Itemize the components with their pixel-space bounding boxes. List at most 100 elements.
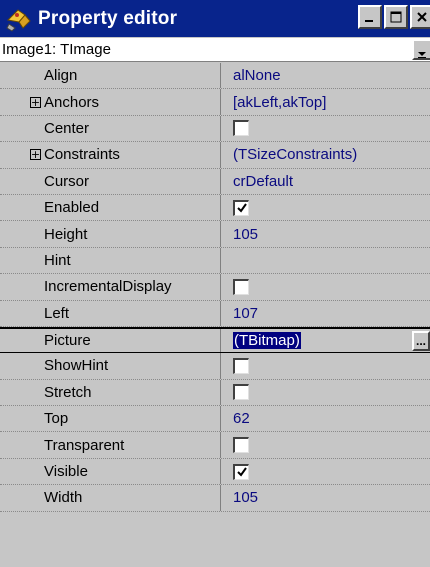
minimize-button[interactable] [358, 5, 382, 29]
property-name: Enabled [44, 199, 100, 217]
property-value-cell[interactable]: 62 [222, 406, 430, 431]
close-button[interactable] [410, 5, 430, 29]
property-name-cell[interactable]: Cursor [0, 168, 221, 194]
property-value-cell[interactable] [222, 432, 430, 457]
property-row-constraints[interactable]: + Constraints (TSizeConstraints) [0, 142, 430, 169]
property-name: Center [44, 119, 90, 137]
property-name-cell[interactable]: Height [0, 221, 221, 247]
property-value-cell[interactable] [222, 248, 430, 273]
property-name: Visible [44, 463, 88, 481]
property-row-showhint[interactable]: ShowHint [0, 353, 430, 380]
title-bar[interactable]: Property editor [0, 0, 430, 37]
property-value-cell[interactable] [222, 380, 430, 405]
property-name: ShowHint [44, 357, 109, 375]
property-name-cell[interactable]: Visible [0, 458, 221, 485]
maximize-icon [390, 11, 402, 23]
property-value-cell[interactable] [222, 274, 430, 299]
expand-plus-icon[interactable]: + [30, 149, 41, 161]
property-value: crDefault [233, 172, 294, 190]
property-value-cell[interactable] [222, 459, 430, 484]
chevron-down-icon [418, 52, 426, 58]
property-value-cell[interactable]: (TSizeConstraints) [222, 142, 430, 167]
property-name-cell[interactable]: Top [0, 406, 221, 432]
property-name-cell[interactable]: IncrementalDisplay [0, 274, 221, 300]
property-value-cell[interactable]: [akLeft,akTop] [222, 89, 430, 114]
expand-plus-icon[interactable]: + [30, 96, 41, 108]
property-row-height[interactable]: Height 105 [0, 221, 430, 248]
property-row-cursor[interactable]: Cursor crDefault [0, 168, 430, 195]
property-row-align[interactable]: Align alNone [0, 63, 430, 90]
property-value-cell[interactable]: 105 [222, 221, 430, 246]
property-grid: Align alNone + Anchors [akLeft,akTop] Center +… [0, 63, 430, 512]
minimize-icon [365, 20, 373, 22]
property-row-picture[interactable]: Picture (TBitmap)... [0, 326, 430, 354]
property-value: alNone [233, 67, 281, 85]
ellipsis-button[interactable]: ... [412, 330, 430, 351]
app-icon [4, 4, 34, 34]
property-name-cell[interactable]: Stretch [0, 379, 221, 406]
property-value-cell[interactable] [222, 116, 430, 141]
property-name-cell[interactable]: Left [0, 300, 221, 326]
property-row-stretch[interactable]: Stretch [0, 379, 430, 407]
property-name-cell[interactable]: Center [0, 115, 221, 142]
property-name: Top [44, 410, 69, 428]
property-name: Anchors [44, 93, 100, 111]
property-row-left[interactable]: Left 107 [0, 300, 430, 327]
property-name: Align [44, 67, 78, 85]
property-checkbox[interactable] [233, 463, 249, 480]
property-checkbox[interactable] [233, 437, 249, 454]
property-value-cell[interactable]: alNone [222, 63, 430, 88]
property-value: (TBitmap) [233, 332, 301, 350]
property-checkbox[interactable] [233, 120, 249, 137]
property-name-cell[interactable]: Picture [0, 328, 221, 353]
property-row-center[interactable]: Center [0, 115, 430, 143]
property-value-cell[interactable] [222, 353, 430, 378]
property-name: Cursor [44, 172, 90, 190]
property-checkbox[interactable] [233, 199, 249, 216]
property-name-cell[interactable]: Enabled [0, 194, 221, 221]
property-row-enabled[interactable]: Enabled [0, 194, 430, 222]
property-value: [akLeft,akTop] [233, 93, 327, 111]
property-name-cell[interactable]: Width [0, 485, 221, 511]
object-selector-value: Image1: TImage [2, 41, 111, 58]
property-value-cell[interactable]: crDefault [222, 169, 430, 194]
property-name: Left [44, 304, 70, 322]
property-name-cell[interactable]: Transparent [0, 432, 221, 458]
maximize-button[interactable] [384, 5, 408, 29]
property-row-anchors[interactable]: + Anchors [akLeft,akTop] [0, 89, 430, 116]
property-row-hint[interactable]: Hint [0, 247, 430, 275]
object-selector-dropdown-button[interactable] [412, 39, 430, 60]
property-value-cell[interactable]: 105 [222, 485, 430, 510]
property-name-cell[interactable]: ShowHint [0, 353, 221, 379]
property-value: 105 [233, 225, 259, 243]
close-icon [417, 12, 427, 22]
property-value-cell[interactable]: 107 [222, 301, 430, 326]
property-name: Hint [44, 251, 71, 269]
property-value-cell[interactable] [222, 195, 430, 220]
property-name-cell[interactable]: Hint [0, 247, 221, 274]
property-row-width[interactable]: Width 105 [0, 485, 430, 512]
property-value: (TSizeConstraints) [233, 146, 358, 164]
property-row-incrementaldisplay[interactable]: IncrementalDisplay [0, 274, 430, 301]
property-name-cell[interactable]: + Constraints [0, 142, 221, 168]
property-checkbox[interactable] [233, 278, 249, 295]
property-value-cell[interactable]: (TBitmap)... [222, 329, 430, 352]
object-selector[interactable]: Image1: TImage [0, 38, 430, 62]
property-name: Constraints [44, 146, 120, 164]
property-row-visible[interactable]: Visible [0, 458, 430, 486]
property-name: IncrementalDisplay [44, 278, 172, 296]
property-checkbox[interactable] [233, 384, 249, 401]
property-name-cell[interactable]: Align [0, 63, 221, 89]
property-name: Transparent [44, 436, 125, 454]
property-name: Width [44, 489, 83, 507]
property-value: 107 [233, 304, 259, 322]
property-name: Stretch [44, 383, 92, 401]
property-checkbox[interactable] [233, 357, 249, 374]
property-name: Height [44, 225, 88, 243]
property-value: 62 [233, 410, 250, 428]
window-title: Property editor [38, 7, 178, 29]
property-row-top[interactable]: Top 62 [0, 406, 430, 433]
property-row-transparent[interactable]: Transparent [0, 432, 430, 459]
property-editor-window: Property editor Image1: TImage Align alNo… [0, 0, 430, 567]
property-name-cell[interactable]: + Anchors [0, 89, 221, 115]
